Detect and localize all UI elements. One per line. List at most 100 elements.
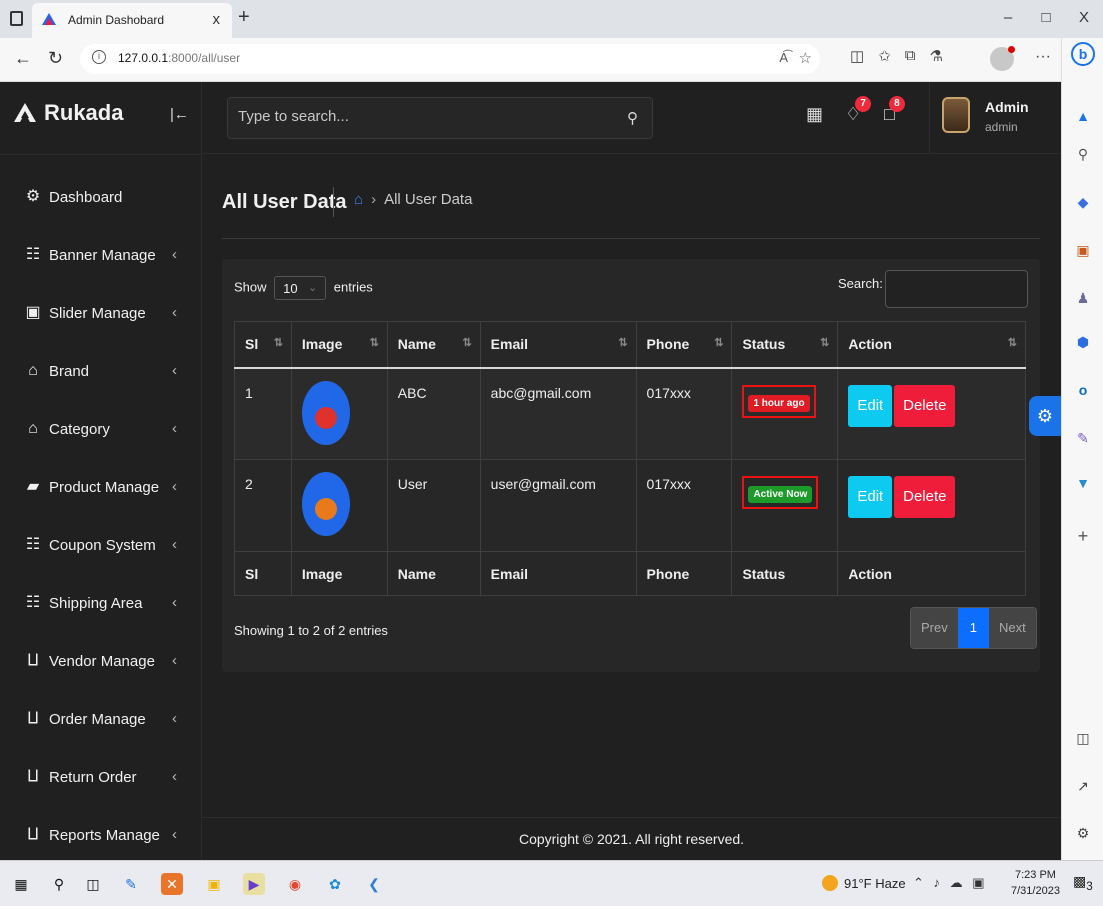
browser-tab[interactable]: Admin Dashobard x (32, 3, 232, 38)
sort-icon[interactable]: ⇅ (618, 336, 627, 349)
sort-icon[interactable]: ⇅ (462, 336, 471, 349)
reload-icon[interactable]: ↻ (48, 48, 63, 69)
table-search-input[interactable] (885, 270, 1028, 308)
sidebar-item-order-manage[interactable]: ⨿ Order Manage ‹ (0, 700, 200, 740)
sidebar-item-label: Reports Manage (49, 827, 160, 844)
sidebar-item-coupon-system[interactable]: ☷ Coupon System ‹ (0, 526, 200, 566)
task-view-icon[interactable]: ◫ (82, 873, 104, 895)
file-explorer-icon[interactable]: ▣ (203, 873, 225, 895)
user-image (301, 472, 350, 536)
sidebar-item-slider-manage[interactable]: ▣ Slider Manage ‹ (0, 294, 200, 334)
sidebar-item-category[interactable]: ⌂ Category ‹ (0, 410, 200, 450)
back-icon[interactable]: ← (14, 48, 32, 69)
pen-app-icon[interactable]: ✎ (120, 873, 142, 895)
system-tray-icons[interactable]: ⌃ ♪ ☁ ▣ (913, 875, 988, 891)
sort-icon[interactable]: ⇅ (714, 336, 723, 349)
column-header-name[interactable]: Name ⇅ (386, 321, 481, 369)
notification-center-icon[interactable]: ▩3 (1073, 873, 1093, 893)
address-bar[interactable]: i 127.0.0.1:8000/all/user A͡ ☆ (80, 44, 820, 74)
collections-icon[interactable]: ⧉ (905, 47, 916, 65)
shopping-icon[interactable]: ▣ (1075, 242, 1091, 258)
chrome-icon[interactable]: ◉ (284, 873, 306, 895)
prev-page-button[interactable]: Prev (911, 608, 958, 648)
vscode-icon[interactable]: ❮ (363, 873, 385, 895)
outlook-icon[interactable]: o (1075, 382, 1091, 398)
designer-icon[interactable]: ✎ (1075, 430, 1091, 446)
column-footer-email: Email (479, 551, 637, 596)
sidebar-item-dashboard[interactable]: ⚙ Dashboard (0, 178, 200, 218)
favorite-star-icon[interactable]: ☆ (799, 49, 812, 67)
tag-icon[interactable]: ◆ (1075, 194, 1091, 210)
delete-button[interactable]: Delete (894, 476, 956, 518)
edit-button[interactable]: Edit (848, 384, 893, 427)
column-header-image[interactable]: Image ⇅ (290, 321, 388, 369)
clock[interactable]: 7:23 PM 7/31/2023 (1011, 867, 1060, 899)
weather-widget[interactable]: 91°F Haze (822, 875, 906, 891)
taskbar-search-icon[interactable]: ⚲ (48, 873, 70, 895)
sidebar-item-shipping-area[interactable]: ☷ Shipping Area ‹ (0, 584, 200, 624)
column-header-sl[interactable]: Sl ⇅ (234, 321, 292, 369)
xampp-icon[interactable]: ✕ (161, 873, 183, 895)
microsoft365-icon[interactable]: ⬢ (1075, 334, 1091, 350)
tab-actions-icon[interactable] (10, 11, 23, 26)
column-header-status[interactable]: Status ⇅ (731, 321, 839, 369)
bing-copilot-icon[interactable]: b (1071, 42, 1095, 66)
sidebar-item-banner-manage[interactable]: ☷ Banner Manage ‹ (0, 236, 200, 276)
column-header-email[interactable]: Email ⇅ (479, 321, 637, 369)
edit-button[interactable]: Edit (848, 476, 893, 518)
read-aloud-icon[interactable]: A͡ (779, 50, 788, 65)
delete-button[interactable]: Delete (894, 384, 956, 427)
games-icon[interactable]: ♟ (1075, 290, 1091, 306)
minimize-button[interactable]: – (989, 0, 1027, 38)
restore-button[interactable]: □ (1027, 0, 1065, 38)
url-text[interactable]: 127.0.0.1:8000/all/user (118, 51, 240, 65)
close-window-button[interactable]: X (1065, 0, 1103, 38)
sidebar-item-product-manage[interactable]: ▰ Product Manage ‹ (0, 468, 200, 508)
windows-start-icon[interactable]: ▦ (10, 873, 32, 895)
sort-icon[interactable]: ⇅ (820, 336, 829, 349)
sidebar-item-vendor-manage[interactable]: ⨿ Vendor Manage ‹ (0, 642, 200, 682)
search-icon[interactable]: ⚲ (627, 109, 638, 127)
column-footer-sl: Sl (234, 551, 292, 596)
page-1-button[interactable]: 1 (957, 608, 989, 648)
column-header-phone[interactable]: Phone ⇅ (635, 321, 733, 369)
search-icon[interactable]: ⚲ (1075, 146, 1091, 162)
collapse-sidebar-icon[interactable]: |← (170, 106, 189, 123)
messages-icon[interactable]: □ 8 (884, 96, 905, 125)
sidebar-item-reports-manage[interactable]: ⨿ Reports Manage ‹ (0, 816, 200, 856)
sidebar-settings-icon[interactable]: ⚙ (1075, 825, 1091, 841)
notification-bell-icon[interactable]: ▲ (1075, 108, 1091, 124)
theme-settings-gear-icon[interactable]: ⚙ (1029, 396, 1061, 436)
sidebar-item-brand[interactable]: ⌂ Brand ‹ (0, 352, 200, 392)
split-screen-icon[interactable]: ◫ (850, 47, 864, 65)
sort-icon[interactable]: ⇅ (370, 336, 379, 349)
open-external-icon[interactable]: ↗ (1075, 778, 1091, 794)
entries-label: entries (333, 279, 373, 295)
drop-icon[interactable]: ▼ (1075, 475, 1091, 491)
sidebar-item-return-order[interactable]: ⨿ Return Order ‹ (0, 758, 200, 798)
extensions-icon[interactable]: ⚗ (929, 47, 942, 65)
search-input[interactable] (238, 108, 608, 125)
next-page-button[interactable]: Next (988, 608, 1036, 648)
media-player-icon[interactable]: ▶ (243, 873, 265, 895)
site-info-icon[interactable]: i (92, 50, 106, 64)
cell-name: User (386, 459, 481, 552)
favorites-icon[interactable]: ✩ (878, 47, 891, 65)
home-icon[interactable]: ⌂ (354, 191, 363, 208)
more-menu-icon[interactable]: ··· (1035, 48, 1051, 66)
user-menu[interactable]: Admin admin (929, 82, 1061, 154)
entries-length-select[interactable]: 10 ⌄ (274, 276, 327, 300)
brand[interactable]: Rukada (14, 100, 123, 126)
column-header-action[interactable]: Action ⇅ (837, 321, 1026, 369)
add-app-icon[interactable]: + (1075, 527, 1091, 545)
apps-grid-icon[interactable]: ▦ (806, 104, 823, 125)
notifications-bell-icon[interactable]: ♢ 7 (845, 96, 872, 125)
sort-icon[interactable]: ⇅ (1008, 336, 1017, 349)
hide-sidebar-icon[interactable]: ◫ (1075, 730, 1091, 746)
edge-icon[interactable]: ✿ (324, 873, 346, 895)
sort-icon[interactable]: ⇅ (274, 336, 283, 349)
tab-close-icon[interactable]: x (213, 11, 221, 28)
avatar[interactable] (942, 97, 970, 133)
profile-avatar[interactable] (990, 46, 1015, 71)
new-tab-button[interactable]: + (238, 6, 250, 29)
